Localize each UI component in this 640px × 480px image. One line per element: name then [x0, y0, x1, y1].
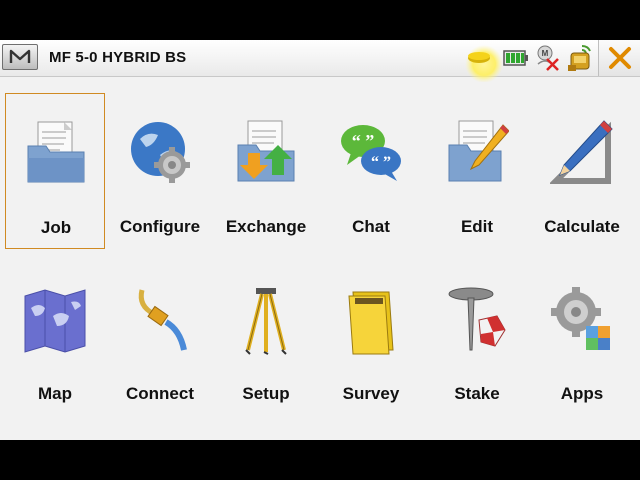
chat-bubbles-icon: “ ” “ ”	[341, 125, 401, 181]
close-icon	[609, 47, 631, 69]
svg-text:M: M	[542, 49, 549, 58]
tile-calculate[interactable]: Calculate	[532, 93, 632, 249]
tripod-icon	[245, 288, 287, 355]
job-folder-icon	[27, 121, 85, 183]
tile-connect[interactable]: Connect	[110, 262, 210, 418]
svg-text:“ ”: “ ”	[371, 154, 391, 171]
menu-m-icon	[9, 49, 31, 63]
satellite-status-icon[interactable]	[462, 42, 504, 87]
tile-label: Exchange	[225, 217, 307, 236]
tile-label: Configure	[119, 217, 201, 236]
title-bar: MF 5-0 HYBRID BS M	[0, 40, 640, 83]
close-button[interactable]	[598, 40, 640, 76]
calculate-pencil-ruler-icon	[550, 120, 613, 184]
configure-globe-gear-icon	[131, 122, 190, 183]
tile-survey[interactable]: Survey	[321, 262, 421, 418]
tile-edit[interactable]: Edit	[427, 93, 527, 249]
tile-label: Edit	[460, 217, 494, 236]
main-screen: MF 5-0 HYBRID BS M Job Configure Exchang…	[0, 40, 640, 440]
battery-icon[interactable]	[503, 50, 529, 71]
tile-apps[interactable]: Apps	[532, 262, 632, 418]
tile-configure[interactable]: Configure	[110, 93, 210, 249]
tile-label: Chat	[352, 217, 390, 236]
radio-disconnected-icon[interactable]: M	[534, 44, 562, 77]
connect-cable-icon	[138, 289, 187, 351]
tile-label: Map	[38, 384, 72, 403]
receiver-icon[interactable]	[566, 43, 594, 78]
apps-gear-icon	[551, 287, 610, 350]
tile-label: Stake	[454, 384, 500, 403]
exchange-folder-icon	[237, 120, 295, 182]
tile-exchange[interactable]: Exchange	[216, 93, 316, 249]
stake-pin-icon	[448, 287, 506, 351]
tile-label: Calculate	[544, 217, 620, 236]
tile-map[interactable]: Map	[5, 262, 105, 418]
tile-chat[interactable]: “ ” “ ” Chat	[321, 93, 421, 249]
tile-label: Setup	[242, 384, 290, 403]
tile-label: Job	[40, 218, 72, 237]
map-icon	[24, 289, 86, 353]
edit-folder-pencil-icon	[448, 120, 509, 182]
tile-setup[interactable]: Setup	[216, 262, 316, 418]
menu-button[interactable]	[2, 44, 38, 70]
tile-label: Survey	[342, 384, 400, 403]
survey-notebook-icon	[348, 291, 394, 355]
tile-job[interactable]: Job	[5, 93, 105, 249]
tile-label: Connect	[126, 384, 194, 403]
svg-text:“ ”: “ ”	[352, 131, 375, 151]
tile-stake[interactable]: Stake	[427, 262, 527, 418]
tile-label: Apps	[560, 384, 604, 403]
page-title: MF 5-0 HYBRID BS	[49, 49, 187, 66]
